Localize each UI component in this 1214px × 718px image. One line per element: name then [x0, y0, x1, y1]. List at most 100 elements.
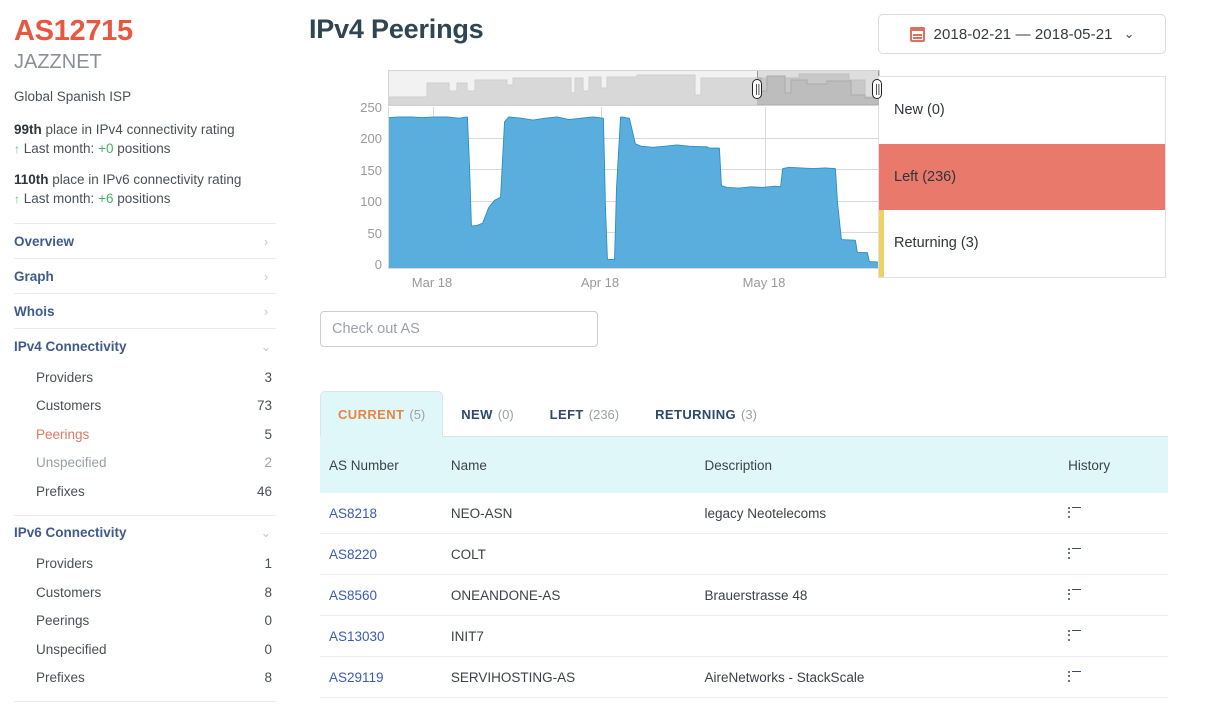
up-arrow-icon: ↑	[14, 142, 20, 156]
as-org-name: JAZZNET	[14, 51, 102, 73]
sidebar-section-ipv6-connectivity[interactable]: IPv6 Connectivity ⌄	[14, 514, 276, 550]
sidebar-item-ipv6-providers[interactable]: Providers 1	[14, 550, 276, 579]
tab-count: (236)	[588, 406, 620, 422]
date-range-picker[interactable]: 2018-02-21 — 2018-05-21 ⌄	[878, 14, 1166, 54]
ipv6-delta-value: +6	[98, 191, 114, 206]
table-row[interactable]: AS8560 ONEANDONE-AS Brauerstrasse 48	[320, 575, 1168, 616]
sidebar-item-graph[interactable]: Graph ›	[14, 258, 276, 293]
sidebar-item-ipv4-prefixes[interactable]: Prefixes 46	[14, 477, 276, 506]
sidebar-item-ipv4-providers[interactable]: Providers 3	[14, 363, 276, 392]
sidebar-item-count: 0	[264, 613, 272, 629]
history-list-icon[interactable]	[1068, 506, 1082, 518]
as-number-link[interactable]: AS13030	[329, 629, 385, 644]
chevron-down-icon: ⌄	[260, 338, 272, 354]
sidebar-item-label: Graph	[14, 268, 54, 284]
tab-label: CURRENT	[338, 406, 405, 422]
sidebar-item-count: 3	[264, 369, 272, 385]
tab-label: RETURNING	[655, 406, 737, 422]
ipv6-rating-delta-line: ↑ Last month: +6 positions	[14, 189, 276, 209]
status-row-left[interactable]: Left (236)	[879, 143, 1165, 210]
chevron-down-icon: ⌄	[1123, 26, 1135, 41]
table-row[interactable]: AS8218 NEO-ASN legacy Neotelecoms	[320, 493, 1168, 534]
y-axis-tick: 50	[367, 225, 382, 241]
ipv4-rating-block: 99th place in IPv4 connectivity rating ↑…	[14, 120, 276, 159]
cell-description: AireNetworks - StackScale	[704, 669, 865, 685]
navigator-right-handle[interactable]	[872, 79, 882, 99]
sidebar-nav: Overview › Graph › Whois › IPv4 Connecti…	[14, 223, 276, 702]
history-list-icon[interactable]	[1068, 547, 1082, 559]
tab-returning[interactable]: RETURNING (3)	[637, 391, 775, 437]
ipv6-rating-line: 110th place in IPv6 connectivity rating	[14, 170, 276, 189]
chart-canvas	[388, 107, 880, 269]
sidebar-item-label: Unspecified	[36, 455, 107, 471]
as-number-link[interactable]: AS8560	[329, 588, 377, 603]
table-row[interactable]: AS8220 COLT	[320, 534, 1168, 575]
as-number-link[interactable]: AS8220	[329, 547, 377, 562]
ipv4-rating-line: 99th place in IPv4 connectivity rating	[14, 120, 276, 139]
sidebar-item-ipv6-prefixes[interactable]: Prefixes 8	[14, 664, 276, 693]
chart-navigator[interactable]	[388, 70, 882, 106]
table-row[interactable]: AS13030 INIT7	[320, 616, 1168, 657]
cell-description: Brauerstrasse 48	[704, 587, 808, 603]
sidebar-item-count: 0	[264, 641, 272, 657]
y-axis-tick: 200	[360, 131, 382, 147]
y-axis-tick: 250	[360, 100, 382, 115]
tab-new[interactable]: NEW (0)	[443, 391, 531, 437]
sidebar-item-overview[interactable]: Overview ›	[14, 223, 276, 258]
status-row-returning[interactable]: Returning (3)	[879, 210, 1165, 277]
tab-label: NEW	[461, 406, 493, 422]
history-list-icon[interactable]	[1068, 629, 1082, 641]
status-row-new[interactable]: New (0)	[879, 77, 1165, 144]
sidebar-item-count: 8	[264, 670, 272, 686]
chart-plot-area: 250 200 150 100 50 0 Mar 18 Apr 18 May 1…	[360, 101, 880, 302]
sidebar-item-label: Overview	[14, 233, 75, 249]
y-axis-tick: 100	[360, 194, 382, 210]
sidebar-item-label: Customers	[36, 398, 102, 414]
history-list-icon[interactable]	[1068, 670, 1082, 682]
column-header-description: Description	[704, 457, 773, 473]
sidebar-item-count: 2	[264, 455, 272, 471]
y-axis-tick: 0	[374, 257, 382, 272]
ipv6-rating-place: 110th	[14, 172, 49, 187]
sidebar-item-count: 1	[264, 556, 272, 572]
sidebar-item-count: 73	[256, 398, 272, 414]
sidebar-item-count: 46	[256, 483, 272, 499]
sidebar-item-label: Prefixes	[36, 670, 85, 686]
ipv4-last-month-label: Last month:	[23, 141, 95, 156]
sidebar-item-ipv6-unspecified[interactable]: Unspecified 0	[14, 635, 276, 664]
tab-label: LEFT	[549, 406, 584, 422]
sidebar-section-ipv4-connectivity[interactable]: IPv4 Connectivity ⌄	[14, 328, 276, 363]
tab-count: (0)	[497, 406, 514, 422]
tab-current[interactable]: CURRENT (5)	[320, 391, 444, 437]
sidebar-item-ipv4-customers[interactable]: Customers 73	[14, 392, 276, 421]
sidebar-item-label: Peerings	[36, 613, 90, 629]
sidebar-item-label: Providers	[36, 556, 94, 572]
peerings-chart: 250 200 150 100 50 0 Mar 18 Apr 18 May 1…	[320, 70, 882, 298]
cell-name: NEO-ASN	[450, 505, 513, 521]
ipv4-delta-value: +0	[98, 141, 114, 156]
sidebar-item-whois[interactable]: Whois ›	[14, 293, 276, 328]
x-axis-tick: Apr 18	[580, 275, 620, 290]
cell-name: ONEANDONE-AS	[450, 587, 561, 603]
ipv6-rating-block: 110th place in IPv6 connectivity rating …	[14, 170, 276, 209]
navigator-left-handle[interactable]	[752, 79, 762, 99]
status-label: Left (236)	[894, 168, 957, 185]
status-label: New (0)	[894, 102, 945, 119]
table-row[interactable]: AS29119 SERVIHOSTING-AS AireNetworks - S…	[320, 657, 1168, 698]
x-axis-tick: May 18	[742, 275, 786, 290]
column-header-as-number: AS Number	[329, 457, 399, 473]
up-arrow-icon: ↑	[14, 192, 20, 206]
sidebar-item-ipv6-peerings[interactable]: Peerings 0	[14, 607, 276, 636]
history-list-icon[interactable]	[1068, 588, 1082, 600]
sidebar-item-ipv4-peerings[interactable]: Peerings 5	[14, 420, 276, 449]
search-input[interactable]	[320, 311, 598, 347]
as-number-link[interactable]: AS8218	[329, 506, 377, 521]
tab-left[interactable]: LEFT (236)	[532, 391, 637, 437]
sidebar-item-ipv4-unspecified[interactable]: Unspecified 2	[14, 449, 276, 478]
ipv6-delta-suffix: positions	[117, 191, 171, 206]
as-number-link[interactable]: AS29119	[329, 670, 384, 685]
ipv4-rating-place: 99th	[14, 122, 42, 137]
sidebar-item-label: Prefixes	[36, 483, 85, 499]
column-header-history: History	[1068, 457, 1111, 473]
sidebar-item-ipv6-customers[interactable]: Customers 8	[14, 578, 276, 607]
